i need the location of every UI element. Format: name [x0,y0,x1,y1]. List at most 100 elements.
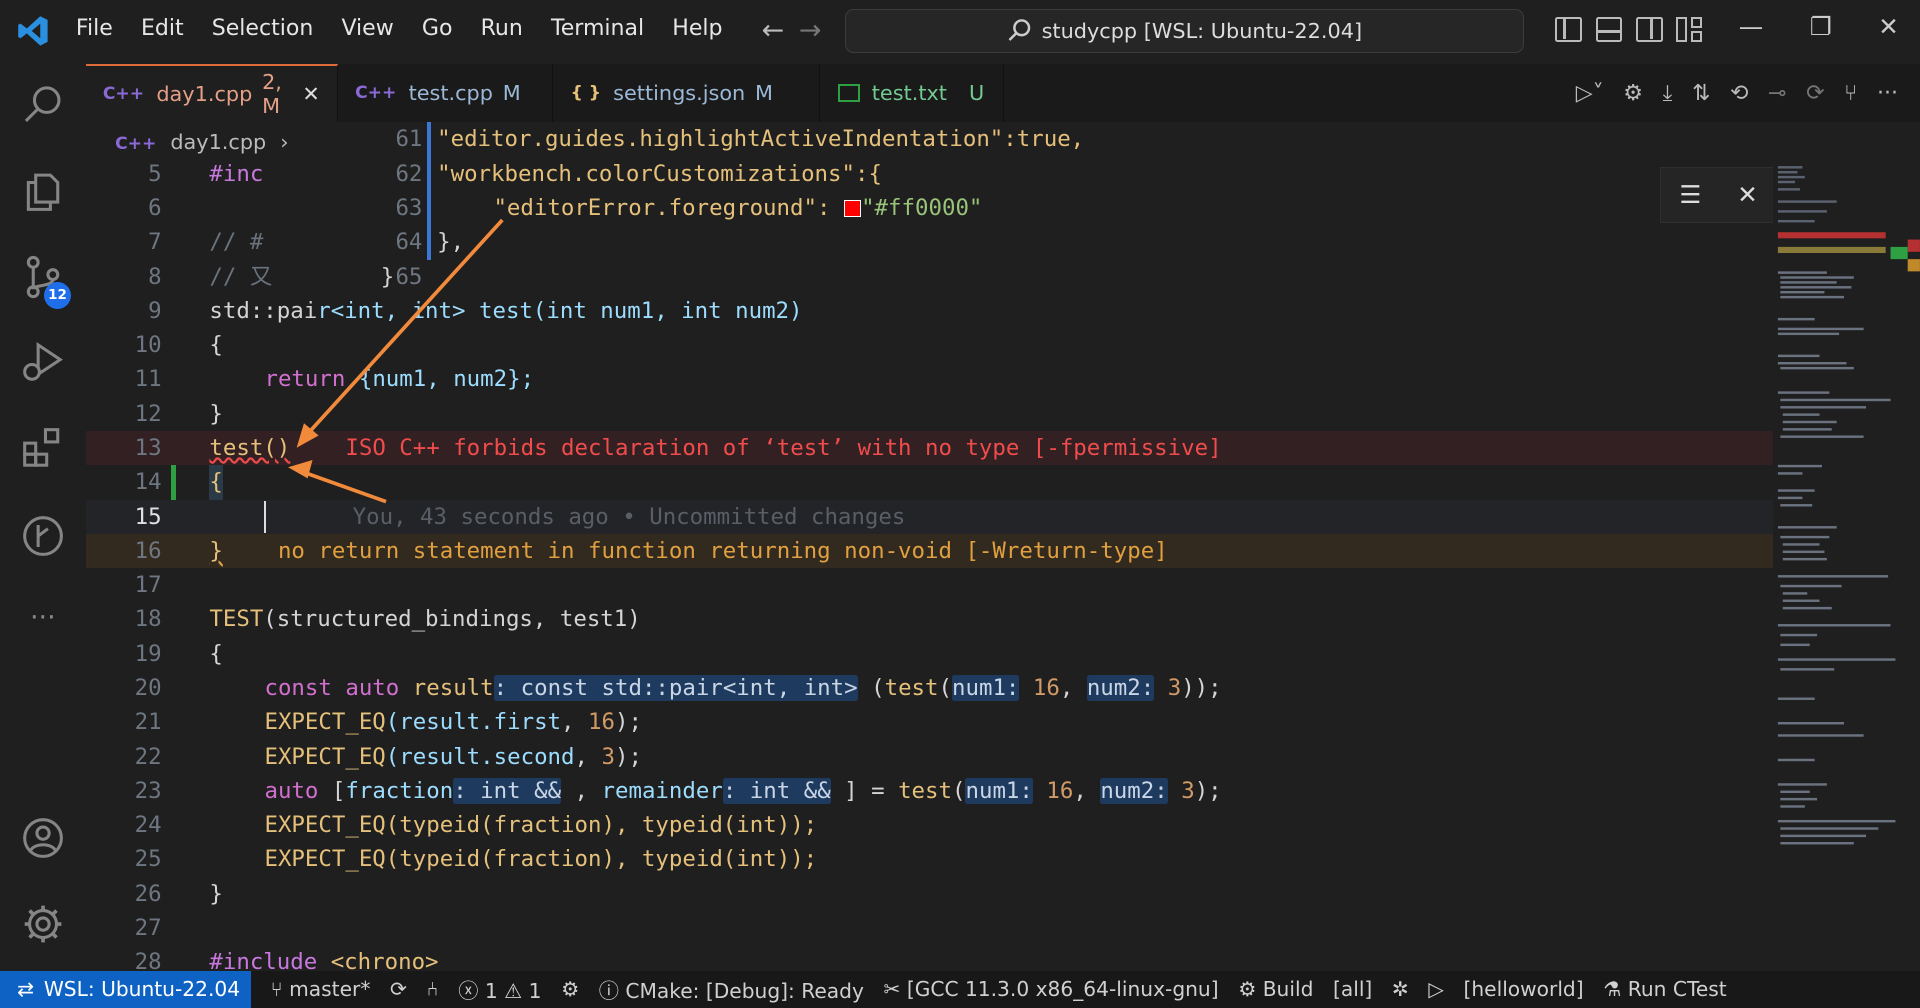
more-views-icon[interactable]: ··· [21,602,65,646]
cpp-file-icon: C++ [102,84,145,105]
previous-change-icon[interactable]: ⟲ [1730,81,1748,106]
next-change-icon[interactable]: ⟳ [1806,81,1824,106]
json-file-icon: { } [570,83,601,104]
tab-label: test.txt [871,81,947,106]
git-graph-icon[interactable] [21,514,65,558]
run-debug-dropdown-icon[interactable]: ▷˅ [1576,81,1604,106]
back-arrow-icon[interactable]: ← [762,15,785,46]
forward-arrow-icon[interactable]: → [799,15,822,46]
command-center[interactable]: studycpp [WSL: Ubuntu-22.04] [844,8,1525,53]
launch-target[interactable]: [helloworld] [1464,977,1584,1001]
code-line-22: 22 EXPECT_EQ(result.second, 3); [134,743,642,770]
minimap[interactable] [1773,122,1920,972]
editor-tabs: C++ day1.cpp 2, M ✕ C++ test.cpp M { } s… [85,63,1920,123]
tab-day1-cpp[interactable]: C++ day1.cpp 2, M ✕ [85,63,338,123]
cmake-status[interactable]: ⓘ CMake: [Debug]: Ready [599,975,864,1004]
cmake-build[interactable]: ⚙ Build [1238,977,1313,1001]
toggle-panel-icon[interactable] [1595,17,1623,42]
annotation-arrows [287,219,504,504]
cmake-kit[interactable]: ✂ [GCC 11.3.0 x86_64-linux-gnu] [883,977,1218,1001]
menu-go[interactable]: Go [422,16,453,41]
ctest-label: Run CTest [1627,977,1727,1002]
minimize-icon[interactable]: — [1739,12,1763,41]
toggle-primary-sidebar-icon[interactable] [1555,17,1583,42]
restore-icon[interactable]: ❐ [1810,12,1832,41]
code-line-19: 19{ [134,640,223,667]
code-line-21: 21 EXPECT_EQ(result.first, 16); [134,709,642,736]
menu-file[interactable]: File [76,16,113,41]
run-ctest[interactable]: ⚗ Run CTest [1603,977,1727,1001]
tab-status: M [502,81,521,106]
manage-gear-icon[interactable] [21,902,65,946]
breadcrumb-file[interactable]: day1.cpp [170,130,266,154]
remote-indicator[interactable]: ⇄ WSL: Ubuntu-22.04 [0,971,252,1008]
menu-view[interactable]: View [341,16,393,41]
code-line-25: 25 EXPECT_EQ(typeid(fraction), typeid(int… [134,846,818,873]
remote-label: WSL: Ubuntu-22.04 [43,977,241,1002]
git-graph-status-icon[interactable]: ⑃ [427,977,439,1001]
title-bar: File Edit Selection View Go Run Terminal… [0,0,1920,64]
debug-config-icon[interactable]: ⚙ [561,977,579,1001]
cmake-label: CMake: [Debug]: Ready [625,978,864,1003]
tab-label: day1.cpp [156,82,253,107]
close-tab-icon[interactable]: ✕ [302,82,319,106]
menu-edit[interactable]: Edit [141,16,184,41]
error-count: 1 [484,978,498,1003]
code-line-24: 24 EXPECT_EQ(typeid(fraction), typeid(int… [134,812,818,839]
warning-icon: ⚠ [504,978,523,1003]
git-lens-icon[interactable]: ⑂ [1844,81,1857,106]
menu-run[interactable]: Run [481,16,523,41]
search-icon [1008,19,1031,42]
run-debug-icon[interactable] [21,340,65,384]
save-download-icon[interactable]: ⤓ [1663,81,1673,106]
tab-status: M [755,81,773,106]
build-target[interactable]: [all] [1333,977,1372,1001]
git-branch[interactable]: ⑂ master* [271,977,371,1001]
customize-layout-icon[interactable] [1676,17,1703,42]
accounts-icon[interactable] [21,816,65,860]
debug-bug-icon[interactable]: ✲ [1392,977,1409,1001]
toggle-secondary-sidebar-icon[interactable] [1635,17,1663,42]
menu-help[interactable]: Help [672,16,722,41]
layout-controls [1555,17,1703,42]
vscode-logo-icon [18,15,48,46]
more-actions-icon[interactable]: ··· [1877,81,1898,106]
error-icon: ⓧ [458,978,479,1003]
command-center-label: studycpp [WSL: Ubuntu-22.04] [1041,18,1363,43]
breadcrumb: C++ day1.cpp › [115,130,288,154]
nav-arrows: ← → [762,15,822,46]
tab-label: test.cpp [408,81,493,106]
editor-actions: ▷˅ ⚙ ⤓ ⇅ ⟲ ⊸ ⟳ ⑂ ··· [1575,63,1920,123]
tab-settings-json[interactable]: { } settings.json M [553,63,821,123]
remote-icon: ⇄ [17,977,35,1002]
chevron-right-icon: › [280,129,289,154]
warning-count: 1 [528,978,542,1003]
close-window-icon[interactable]: ✕ [1878,12,1899,41]
build-label: Build [1262,977,1314,1002]
vscode-window: File Edit Selection View Go Run Terminal… [0,0,1920,1008]
gear-icon: ⚙ [1238,977,1263,1002]
extensions-icon[interactable] [21,426,65,470]
minimap-preview [1777,166,1920,845]
menu-selection[interactable]: Selection [212,16,314,41]
explorer-icon[interactable] [21,169,65,213]
compare-changes-icon[interactable]: ⇅ [1692,81,1710,106]
text-file-icon [837,84,860,102]
window-controls: — ❐ ✕ [1739,12,1899,41]
problems-indicator[interactable]: ⓧ 1 ⚠ 1 [458,975,541,1004]
tab-test-txt[interactable]: test.txt U [820,63,1005,123]
scm-count-badge: 12 [44,281,72,309]
tools-icon: ✂ [883,977,907,1002]
tab-test-cpp[interactable]: C++ test.cpp M [337,63,554,123]
status-bar: ⇄ WSL: Ubuntu-22.04 ⑂ master* ⟳ ⑃ ⓧ 1 ⚠ … [0,971,1920,1008]
menu-terminal[interactable]: Terminal [551,16,644,41]
commit-icon[interactable]: ⊸ [1768,81,1786,106]
run-play-icon[interactable]: ▷ [1428,977,1444,1001]
sync-icon[interactable]: ⟳ [390,977,407,1001]
menu-bar: File Edit Selection View Go Run Terminal… [76,16,751,41]
settings-gear-icon[interactable]: ⚙ [1623,81,1643,106]
code-editor[interactable]: C++ day1.cpp › 5 #inc 6 7// # 8// 又 9 std:… [85,122,1920,972]
code-line-20: 20 const auto result: const std::pair<int… [134,675,1222,701]
search-icon[interactable] [21,83,65,127]
branch-label: master* [289,977,371,1002]
